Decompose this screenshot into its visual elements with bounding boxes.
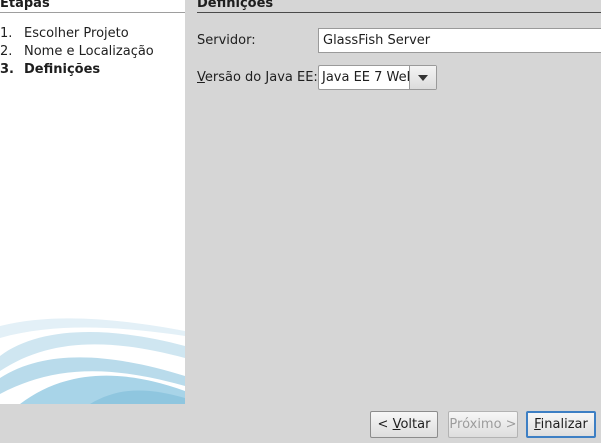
- java-ee-version-combo[interactable]: Java EE 7 Web: [318, 65, 437, 90]
- back-prefix: <: [377, 417, 393, 432]
- finish-button[interactable]: Finalizar: [526, 411, 596, 438]
- content-title: Definições: [197, 0, 601, 13]
- step-label: Escolher Projeto: [24, 26, 129, 41]
- step-number: 3.: [0, 62, 14, 77]
- step-item-definicoes: 3. Definições: [0, 61, 185, 79]
- server-label: Servidor:: [197, 33, 256, 48]
- step-item-nome-localizacao: 2. Nome e Localização: [0, 43, 185, 61]
- step-number: 1.: [0, 26, 13, 41]
- server-field[interactable]: GlassFish Server: [318, 28, 601, 53]
- step-item-escolher-projeto: 1. Escolher Projeto: [0, 25, 185, 43]
- chevron-down-icon: [418, 75, 428, 81]
- java-ee-version-value: Java EE 7 Web: [322, 70, 415, 85]
- wizard-swoosh-graphic: [0, 318, 185, 404]
- steps-title: Etapas: [0, 0, 185, 13]
- next-button[interactable]: Próximo >: [448, 411, 518, 438]
- mnemonic-letter: V: [197, 70, 205, 85]
- dropdown-button[interactable]: [409, 66, 436, 89]
- server-value: GlassFish Server: [323, 33, 431, 48]
- steps-list: 1. Escolher Projeto 2. Nome e Localizaçã…: [0, 25, 185, 79]
- step-label: Definições: [24, 62, 101, 77]
- java-ee-version-label: Versão do Java EE:: [197, 70, 318, 85]
- step-number: 2.: [0, 44, 13, 59]
- back-rest: oltar: [400, 417, 431, 432]
- finish-rest: inalizar: [540, 417, 588, 432]
- step-label: Nome e Localização: [24, 44, 154, 59]
- steps-panel: Etapas 1. Escolher Projeto 2. Nome e Loc…: [0, 0, 185, 404]
- back-button[interactable]: < Voltar: [370, 411, 438, 438]
- label-rest: ersão do Java EE:: [204, 70, 318, 85]
